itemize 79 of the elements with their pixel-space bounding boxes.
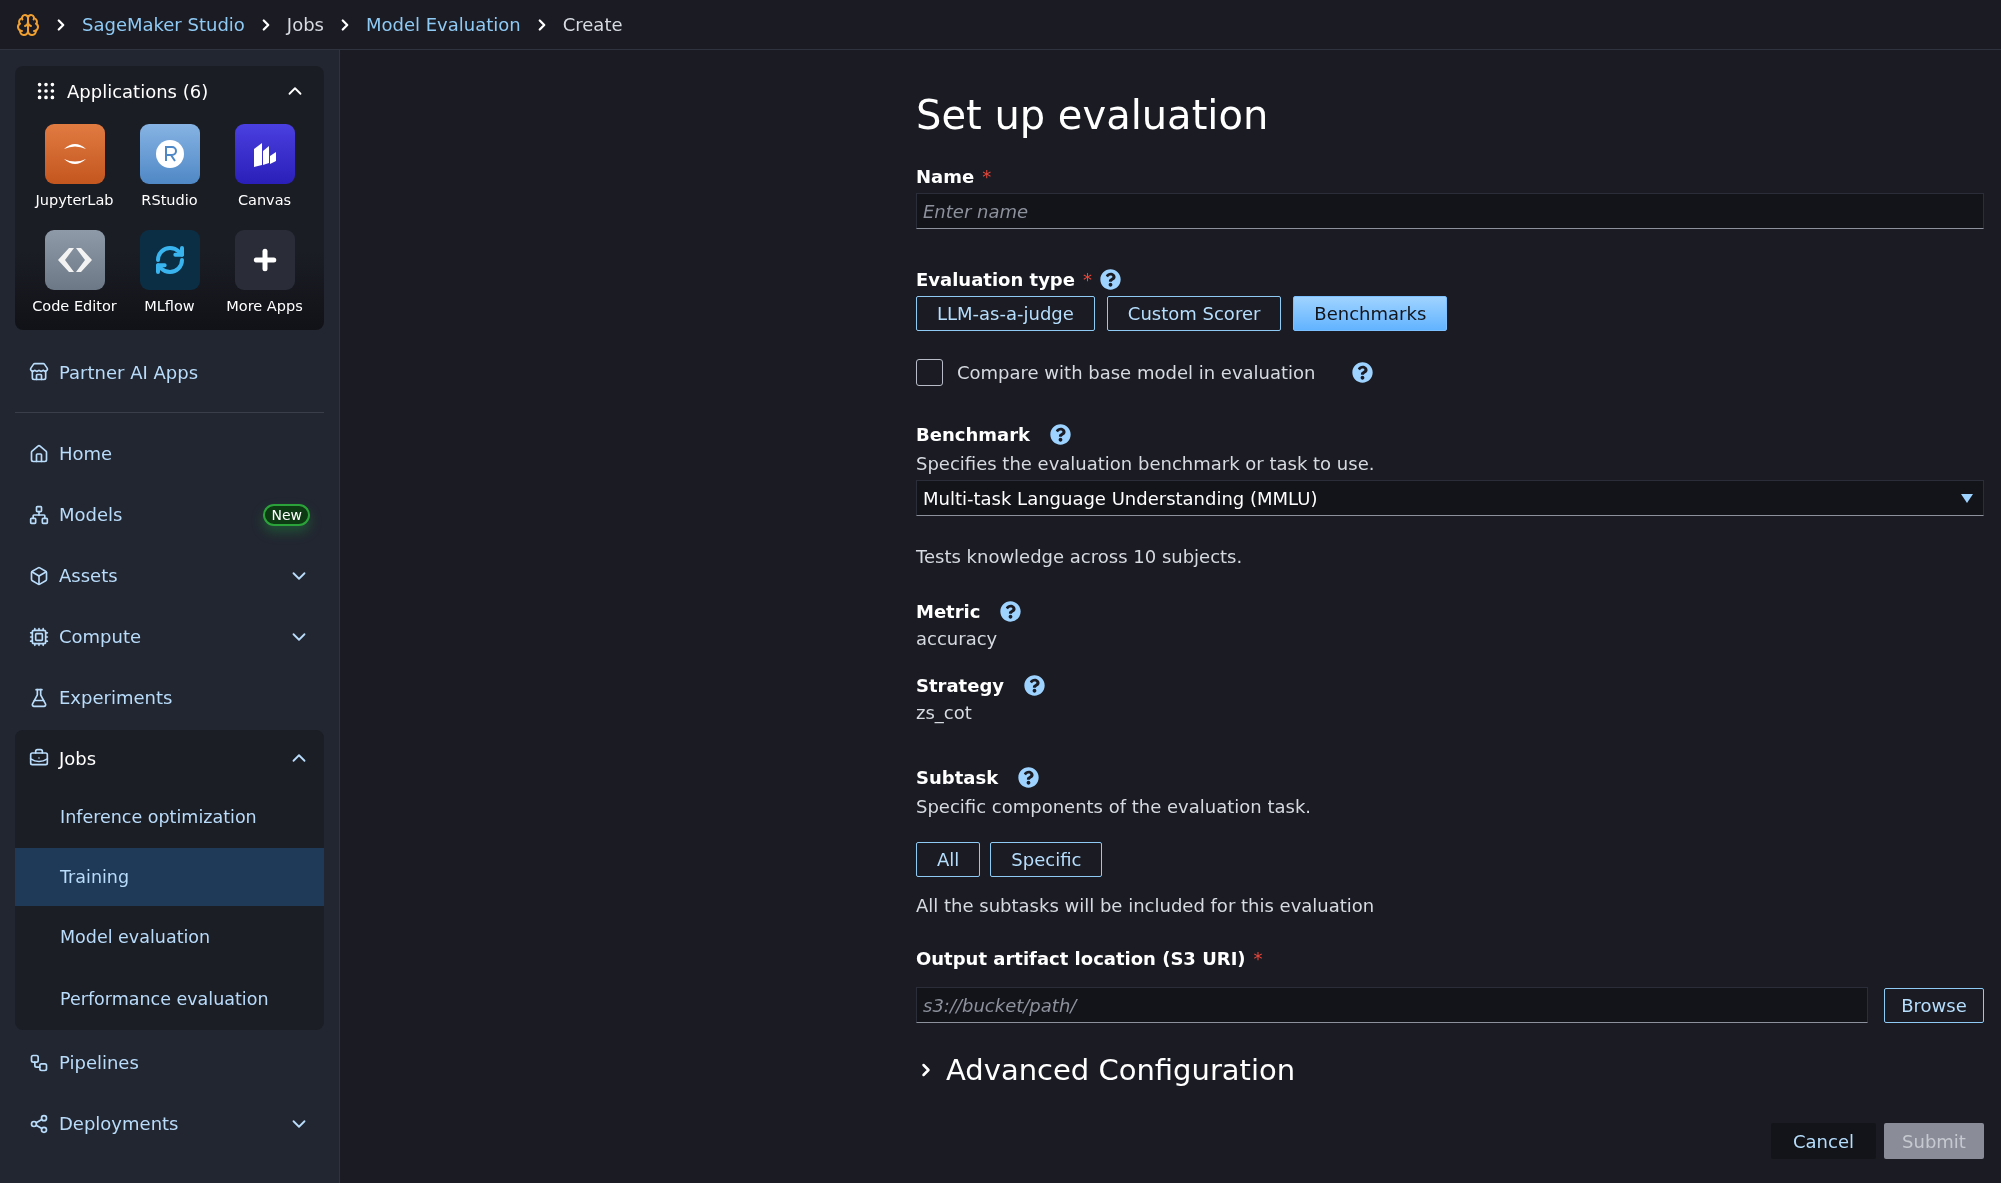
browse-button[interactable]: Browse	[1884, 987, 1984, 1023]
dropdown-caret-icon	[1961, 493, 1973, 503]
help-icon[interactable]	[1351, 362, 1373, 383]
subtask-note: All the subtasks will be included for this evaluation	[916, 895, 1376, 916]
breadcrumb-text: Jobs	[286, 14, 324, 35]
breadcrumb-text: Create	[562, 14, 623, 35]
field-label: Output artifact location (S3 URI)	[916, 948, 1246, 969]
app-tile[interactable]: RStudio	[122, 124, 217, 208]
nav-item[interactable]: Deployments	[15, 1093, 324, 1154]
required-mark: *	[982, 166, 992, 187]
field-label: Name	[916, 166, 975, 187]
evaluation-type-option[interactable]: Benchmarks	[1293, 296, 1448, 331]
name-input[interactable]: Enter name	[916, 193, 1984, 229]
breadcrumb-link[interactable]: SageMaker Studio	[82, 14, 245, 35]
required-mark: *	[1253, 948, 1263, 969]
code-brackets-icon	[44, 230, 105, 290]
brain-logo-icon[interactable]	[16, 12, 40, 37]
cube-icon	[29, 565, 49, 586]
compare-checkbox[interactable]	[916, 359, 943, 386]
help-icon[interactable]	[1018, 767, 1040, 788]
canvas-app-icon	[234, 124, 295, 184]
nav-item[interactable]: Partner AI Apps	[15, 342, 324, 402]
field-label: Subtask	[916, 767, 999, 788]
page-title: Set up evaluation	[916, 92, 1270, 138]
nav-item[interactable]: Assets	[15, 545, 324, 606]
nav-subitem[interactable]: Model evaluation	[15, 906, 324, 968]
new-badge: New	[263, 503, 310, 526]
checkbox-label: Compare with base model in evaluation	[957, 362, 1316, 383]
nav-item[interactable]: Models New	[15, 484, 324, 545]
breadcrumb-link[interactable]: Model Evaluation	[365, 14, 521, 35]
app-tile[interactable]: More Apps	[217, 230, 312, 314]
advanced-configuration-toggle[interactable]: Advanced Configuration	[916, 1053, 1984, 1087]
help-icon[interactable]	[1050, 424, 1071, 445]
app-tile[interactable]: JupyterLab	[27, 124, 122, 208]
field-label: Evaluation type	[916, 269, 1075, 290]
required-mark: *	[1082, 269, 1092, 290]
benchmark-note: Tests knowledge across 10 subjects.	[916, 546, 1244, 567]
field-label: Benchmark	[916, 424, 1030, 445]
field-description: Specific components of the evaluation task.	[916, 796, 1313, 817]
field-value: accuracy	[916, 628, 999, 649]
nav-item[interactable]: Home	[15, 423, 324, 484]
jupyter-app-icon	[44, 124, 105, 184]
nav-subitem[interactable]: Training	[15, 848, 324, 906]
field-label: Strategy	[916, 675, 1005, 696]
network-icon	[29, 504, 49, 525]
nav-subitem[interactable]: Performance evaluation	[15, 968, 324, 1030]
evaluation-type-option[interactable]: LLM-as-a-judge	[916, 296, 1095, 331]
chip-icon	[29, 626, 49, 647]
app-tile[interactable]: Canvas	[217, 124, 312, 208]
subtask-option[interactable]: All	[916, 842, 981, 877]
briefcase-icon	[29, 748, 49, 768]
applications-header[interactable]: Applications (6)	[27, 80, 312, 102]
cancel-button[interactable]: Cancel	[1771, 1123, 1876, 1159]
nav-item[interactable]: Jobs	[15, 730, 324, 786]
field-description: Specifies the evaluation benchmark or task to use.	[916, 453, 1376, 474]
app-tile[interactable]: MLflow	[122, 230, 217, 314]
s3-uri-input[interactable]: s3://bucket/path/	[916, 987, 1868, 1023]
nav-subitem[interactable]: Inference optimization	[15, 786, 324, 848]
app-tile[interactable]: Code Editor	[27, 230, 122, 314]
nav-item[interactable]: Pipelines	[15, 1032, 324, 1093]
store-icon	[29, 362, 49, 382]
share-icon	[29, 1113, 49, 1134]
mlflow-app-icon	[139, 230, 200, 290]
grid-icon	[35, 80, 57, 102]
evaluation-type-option[interactable]: Custom Scorer	[1106, 296, 1282, 331]
r-app-icon	[139, 124, 200, 184]
home-icon	[29, 443, 49, 464]
help-icon[interactable]	[1024, 675, 1046, 696]
subtask-option[interactable]: Specific	[990, 842, 1103, 877]
benchmark-select[interactable]: Multi-task Language Understanding (MMLU)	[916, 480, 1984, 516]
field-value: zs_cot	[916, 702, 973, 723]
flask-icon	[29, 687, 49, 708]
nav-item[interactable]: Experiments	[15, 667, 324, 728]
plus-icon	[234, 230, 295, 290]
pipeline-icon	[29, 1052, 49, 1073]
help-icon[interactable]	[1000, 601, 1022, 622]
help-icon[interactable]	[1099, 269, 1121, 290]
nav-item[interactable]: Compute	[15, 606, 324, 667]
field-label: Metric	[916, 601, 981, 622]
